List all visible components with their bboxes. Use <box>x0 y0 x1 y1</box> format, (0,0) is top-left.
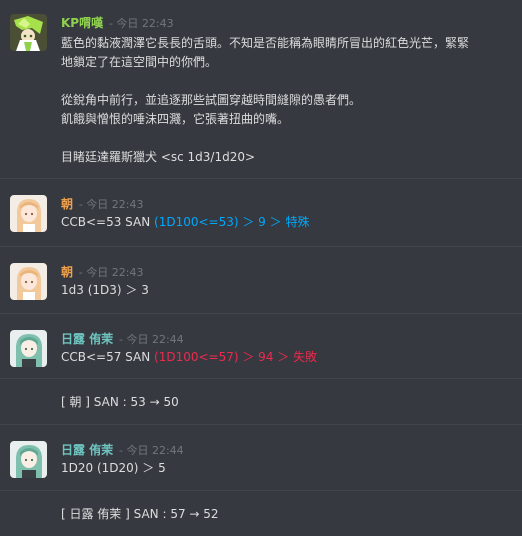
message-content: CCB<=57 SAN (1D100<=57) ＞ 94 ＞ 失敗 <box>61 348 317 367</box>
author-name[interactable]: 朝 <box>61 265 73 279</box>
message-header: KP喟嘆 - 今日 22:43 <box>61 16 174 31</box>
message-header: 日露 侑茉 - 今日 22:44 <box>61 332 184 347</box>
author-name[interactable]: 朝 <box>61 197 73 211</box>
message-content: 1d3 (1D3) ＞ 3 <box>61 283 149 297</box>
message-header: 朝 - 今日 22:43 <box>61 265 144 280</box>
divider <box>0 246 522 247</box>
author-name[interactable]: 日露 侑茉 <box>61 332 113 346</box>
roll-command: CCB<=53 SAN <box>61 215 155 229</box>
divider <box>0 378 522 379</box>
message-line: 目睹廷達羅斯獵犬 <sc 1d3/1d20> <box>61 150 256 164</box>
avatar-asa[interactable] <box>10 195 47 232</box>
avatar-asa[interactable] <box>10 263 47 300</box>
roll-result: (1D100<=57) ＞ 94 ＞ 失敗 <box>154 350 318 364</box>
message-content: 藍色的黏液潤澤它長長的舌頭。不知是否能稱為眼睛所冒出的紅色光芒，緊緊 地鎖定了在… <box>61 34 469 167</box>
timestamp: - 今日 22:43 <box>78 198 144 211</box>
message-content: CCB<=53 SAN (1D100<=53) ＞ 9 ＞ 特殊 <box>61 213 309 232</box>
message-content: 1D20 (1D20) ＞ 5 <box>61 461 166 475</box>
system-text: [ 日露 侑茉 ] SAN : 57 → 52 <box>61 507 219 521</box>
author-name[interactable]: 日露 侑茉 <box>61 443 113 457</box>
timestamp: - 今日 22:44 <box>119 333 184 346</box>
message-line: 飢餓與憎恨的唾沫四濺，它張著扭曲的嘴。 <box>61 112 290 126</box>
roll-result: (1D100<=53) ＞ 9 ＞ 特殊 <box>154 215 310 229</box>
message-header: 日露 侑茉 - 今日 22:44 <box>61 443 184 458</box>
divider <box>0 490 522 491</box>
divider <box>0 313 522 314</box>
avatar-yuma[interactable] <box>10 441 47 478</box>
avatar-yuma[interactable] <box>10 330 47 367</box>
message-header: 朝 - 今日 22:43 <box>61 197 144 212</box>
divider <box>0 424 522 425</box>
avatar-kp[interactable] <box>10 14 47 51</box>
timestamp: - 今日 22:44 <box>119 444 184 457</box>
timestamp: - 今日 22:43 <box>78 266 144 279</box>
system-text: [ 朝 ] SAN : 53 → 50 <box>61 395 179 409</box>
message-line: 藍色的黏液潤澤它長長的舌頭。不知是否能稱為眼睛所冒出的紅色光芒，緊緊 <box>61 36 470 50</box>
author-name[interactable]: KP喟嘆 <box>61 16 103 30</box>
chat-log: KP喟嘆 - 今日 22:43 藍色的黏液潤澤它長長的舌頭。不知是否能稱為眼睛所… <box>0 0 522 536</box>
roll-command: CCB<=57 SAN <box>61 350 155 364</box>
divider <box>0 178 522 179</box>
message-line: 地鎖定了在這空間中的你們。 <box>61 55 218 69</box>
timestamp: - 今日 22:43 <box>108 17 174 30</box>
message-line: 從銳角中前行，並追逐那些試圖穿越時間縫隙的愚者們。 <box>61 93 362 107</box>
